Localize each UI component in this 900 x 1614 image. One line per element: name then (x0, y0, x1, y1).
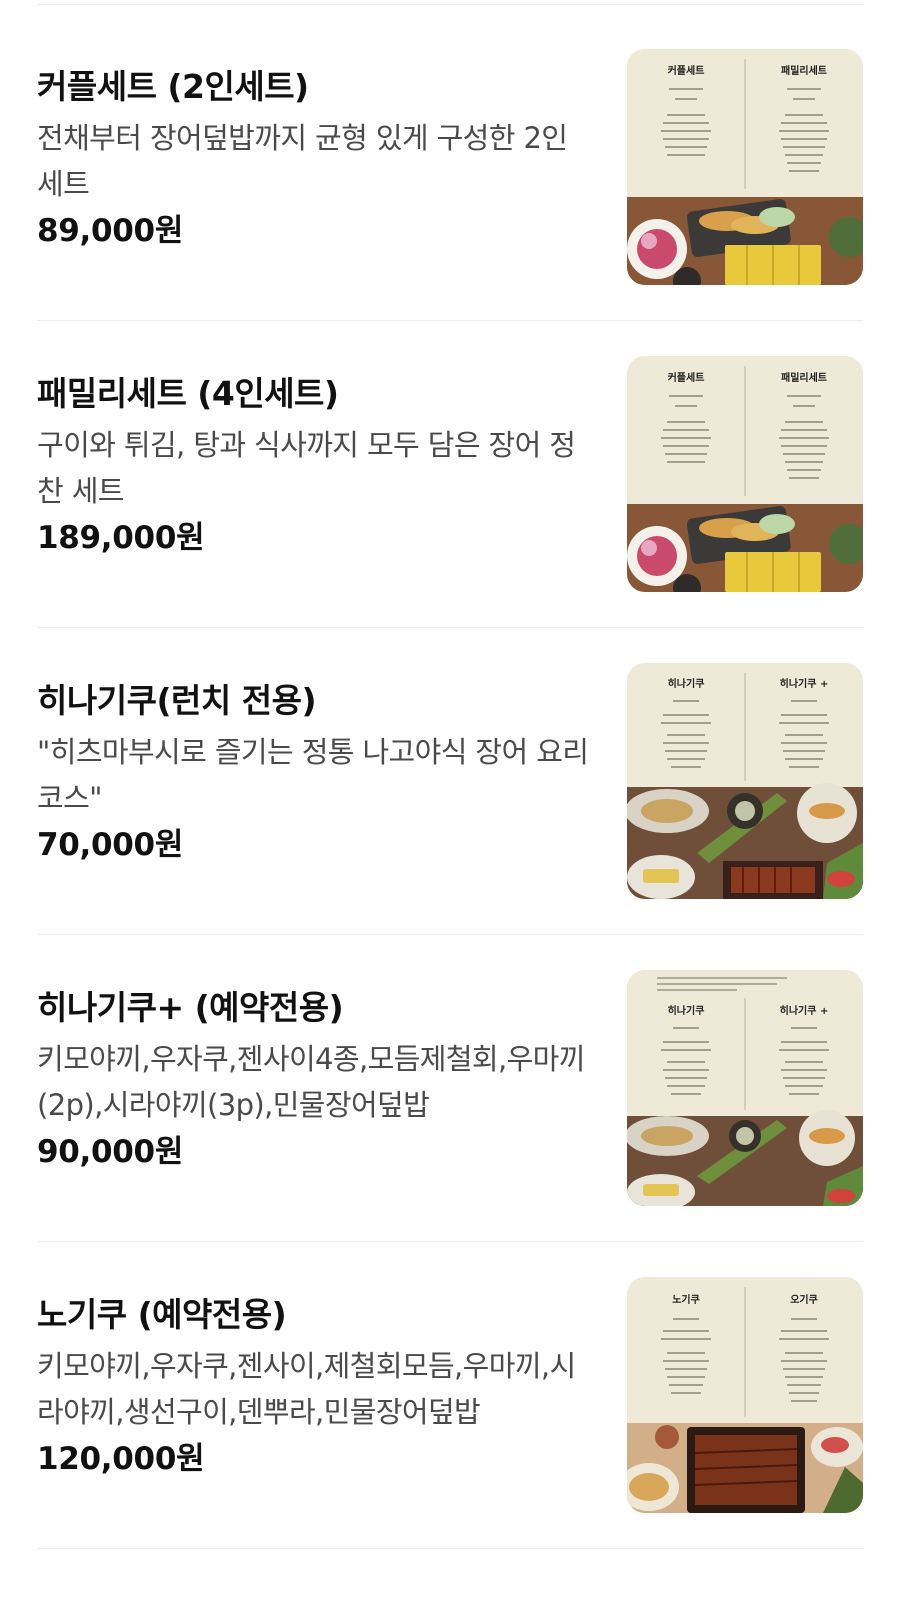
menu-item-price: 90,000원 (37, 1134, 184, 1170)
menu-item-thumbnail[interactable]: 커플세트 패밀리세트 (627, 356, 863, 592)
thumb-menu-title-left: 노기쿠 (672, 1293, 700, 1306)
menu-list: 커플세트 (2인세트) 전채부터 장어덮밥까지 균형 있게 구성한 2인 세트 … (0, 0, 900, 1614)
menu-board-photo-image: 히나기쿠 히나기쿠 + (627, 663, 863, 899)
thumb-menu-title-left: 히나기쿠 (668, 677, 705, 690)
menu-item-thumbnail[interactable]: 커플세트 패밀리세트 (627, 49, 863, 285)
menu-item-price: 120,000원 (37, 1441, 205, 1477)
thumb-menu-title-right: 히나기쿠 + (780, 1004, 829, 1017)
menu-item-name: 패밀리세트 (4인세트) (37, 374, 339, 413)
thumb-menu-title-right: 히나기쿠 + (780, 677, 829, 690)
menu-item-name: 히나기쿠+ (예약전용) (37, 988, 344, 1027)
menu-item-nogiku[interactable]: 노기쿠 (예약전용) 키모야끼,우자쿠,젠사이,제철회모듬,우마끼,시라야끼,생… (37, 1233, 863, 1549)
menu-item-family-set[interactable]: 패밀리세트 (4인세트) 구이와 튀김, 탕과 식사까지 모두 담은 장어 정찬… (37, 312, 863, 628)
menu-item-price: 89,000원 (37, 213, 184, 249)
menu-item-description: 키모야끼,우자쿠,젠사이4종,모듬제철회,우마끼(2p),시라야끼(3p),민물… (37, 1042, 585, 1122)
menu-item-hinagiku-lunch[interactable]: 히나기쿠(런치 전용) "히츠마부시로 즐기는 정통 나고야식 장어 요리 코스… (37, 619, 863, 935)
menu-item-description: "히츠마부시로 즐기는 정통 나고야식 장어 요리 코스" (37, 735, 589, 815)
menu-item-thumbnail[interactable]: 히나기쿠 히나기쿠 + (627, 663, 863, 899)
menu-item-text: 히나기쿠(런치 전용) "히츠마부시로 즐기는 정통 나고야식 장어 요리 코스… (37, 679, 592, 867)
thumb-menu-title-right: 오기쿠 (790, 1293, 818, 1306)
menu-item-text: 패밀리세트 (4인세트) 구이와 튀김, 탕과 식사까지 모두 담은 장어 정찬… (37, 372, 592, 560)
menu-item-price: 70,000원 (37, 827, 184, 863)
thumb-menu-title-left: 커플세트 (668, 371, 705, 384)
divider (37, 1548, 863, 1549)
menu-item-text: 히나기쿠+ (예약전용) 키모야끼,우자쿠,젠사이4종,모듬제철회,우마끼(2p… (37, 986, 592, 1174)
thumb-menu-title-left: 커플세트 (668, 64, 705, 77)
menu-board-photo-image: 노기쿠 오기쿠 (627, 1277, 863, 1513)
menu-item-text: 노기쿠 (예약전용) 키모야끼,우자쿠,젠사이,제철회모듬,우마끼,시라야끼,생… (37, 1293, 592, 1481)
thumb-menu-title-right: 패밀리세트 (781, 64, 827, 77)
menu-item-name: 히나기쿠(런치 전용) (37, 681, 317, 720)
menu-item-description: 키모야끼,우자쿠,젠사이,제철회모듬,우마끼,시라야끼,생선구이,덴뿌라,민물장… (37, 1349, 576, 1429)
menu-item-price: 189,000원 (37, 520, 205, 556)
menu-board-photo-image: 히나기쿠 히나기쿠 + (627, 970, 863, 1206)
menu-item-thumbnail[interactable]: 히나기쿠 히나기쿠 + (627, 970, 863, 1206)
menu-item-text: 커플세트 (2인세트) 전채부터 장어덮밥까지 균형 있게 구성한 2인 세트 … (37, 65, 592, 253)
menu-item-thumbnail[interactable]: 노기쿠 오기쿠 (627, 1277, 863, 1513)
menu-item-couple-set[interactable]: 커플세트 (2인세트) 전채부터 장어덮밥까지 균형 있게 구성한 2인 세트 … (37, 5, 863, 321)
menu-board-photo-image: 커플세트 패밀리세트 (627, 49, 863, 285)
menu-item-name: 노기쿠 (예약전용) (37, 1295, 287, 1334)
menu-item-name: 커플세트 (2인세트) (37, 67, 309, 106)
thumb-menu-title-right: 패밀리세트 (781, 371, 827, 384)
menu-item-description: 구이와 튀김, 탕과 식사까지 모두 담은 장어 정찬 세트 (37, 428, 576, 508)
menu-board-photo-image: 커플세트 패밀리세트 (627, 356, 863, 592)
menu-item-hinagiku-plus[interactable]: 히나기쿠+ (예약전용) 키모야끼,우자쿠,젠사이4종,모듬제철회,우마끼(2p… (37, 926, 863, 1242)
menu-item-description: 전채부터 장어덮밥까지 균형 있게 구성한 2인 세트 (37, 121, 568, 201)
thumb-menu-title-left: 히나기쿠 (668, 1004, 705, 1017)
